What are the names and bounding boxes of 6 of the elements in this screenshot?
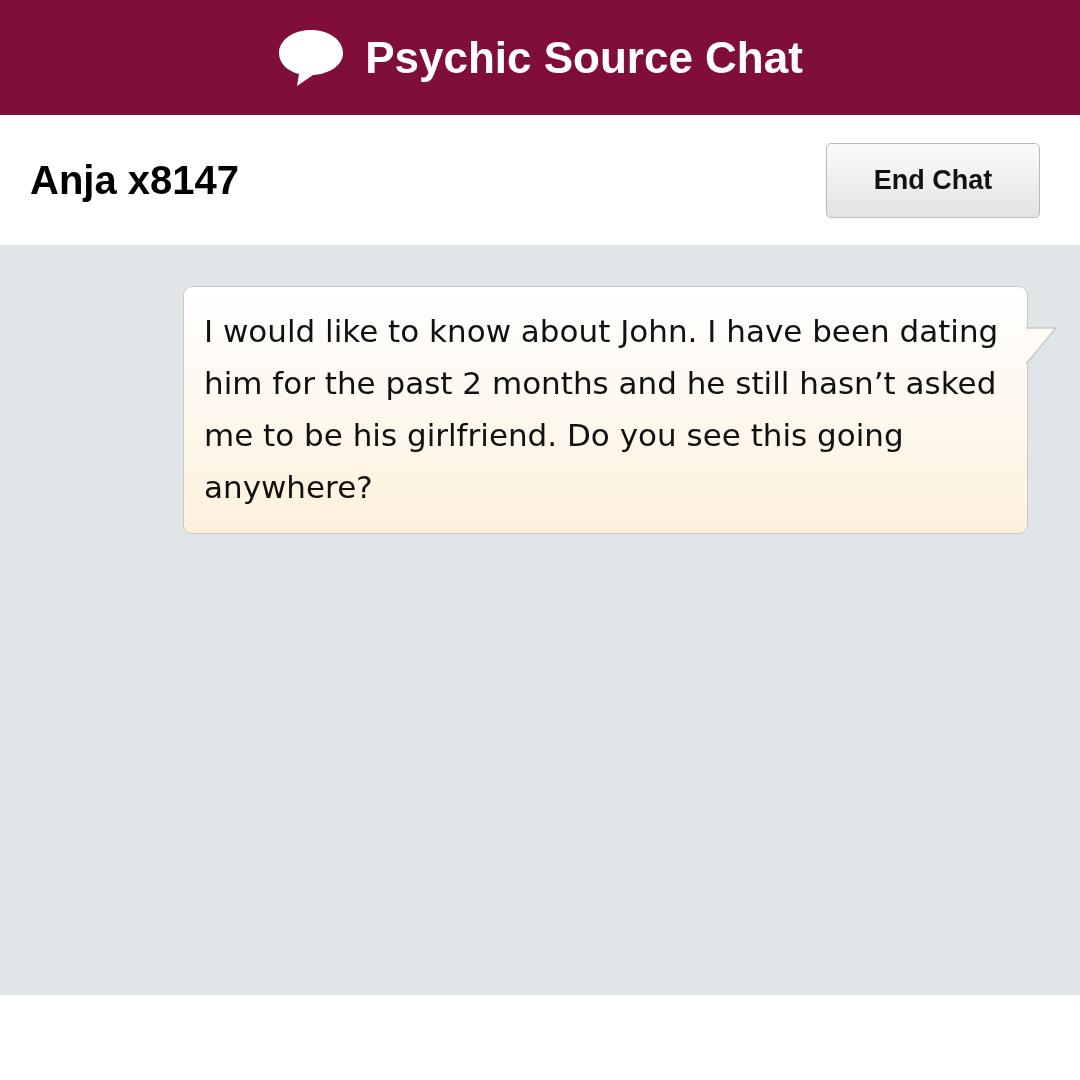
message-bubble: I would like to know about John. I have been dating him for the past 2 months and he still hasn’t asked me to be his girlfriend. Do you see this going anywhere? bbox=[183, 286, 1028, 534]
end-chat-button[interactable]: End Chat bbox=[826, 142, 1040, 218]
app-title: Psychic Source Chat bbox=[365, 31, 803, 84]
bubble-tail-icon bbox=[1026, 326, 1058, 366]
speech-bubble-icon bbox=[277, 27, 346, 88]
advisor-name: Anja x8147 bbox=[30, 157, 240, 204]
